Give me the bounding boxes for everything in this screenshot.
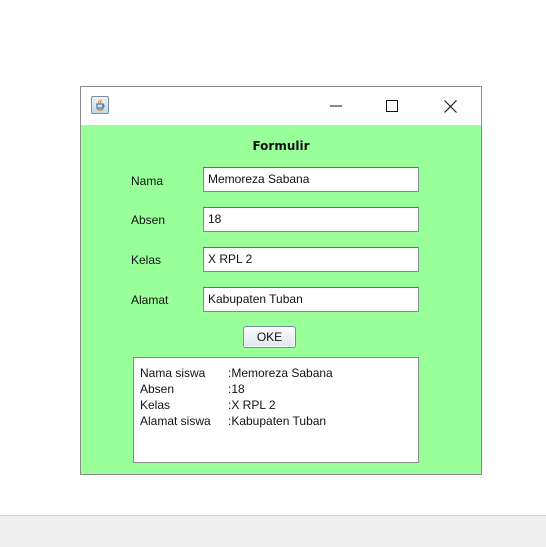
kelas-label: Kelas: [131, 253, 162, 267]
absen-label: Absen: [131, 213, 166, 227]
kelas-input[interactable]: X RPL 2: [203, 247, 419, 272]
output-key: Alamat siswa: [140, 414, 211, 428]
absen-input[interactable]: 18: [203, 207, 419, 232]
oke-button[interactable]: OKE: [243, 326, 296, 348]
output-value: :X RPL 2: [228, 398, 276, 412]
output-row: Alamat siswa :Kabupaten Tuban: [140, 413, 412, 429]
minimize-icon: [330, 105, 342, 107]
nama-input[interactable]: Memoreza Sabana: [203, 167, 419, 192]
minimize-button[interactable]: [313, 87, 359, 125]
output-row: Kelas :X RPL 2: [140, 397, 412, 413]
close-icon: [444, 100, 457, 113]
output-key: Kelas: [140, 398, 171, 412]
java-icon[interactable]: [91, 96, 109, 114]
title-bar[interactable]: [81, 87, 481, 125]
nama-label: Nama: [131, 174, 164, 188]
form-title: Formulir: [252, 139, 310, 153]
output-value: :Kabupaten Tuban: [228, 414, 327, 428]
output-text-area[interactable]: Nama siswa :Memoreza Sabana Absen :18 Kela…: [133, 357, 419, 463]
maximize-icon: [386, 100, 398, 112]
formulir-window: Formulir Nama Memoreza Sabana Absen 18 K…: [80, 86, 482, 475]
output-key: Nama siswa: [140, 366, 206, 380]
output-value: :18: [228, 382, 245, 396]
output-key: Absen: [140, 382, 175, 396]
output-value: :Memoreza Sabana: [228, 366, 333, 380]
output-row: Nama siswa :Memoreza Sabana: [140, 365, 412, 381]
alamat-label: Alamat: [131, 293, 169, 307]
background-taskbar-strip: [0, 515, 546, 547]
close-button[interactable]: [427, 87, 473, 125]
output-row: Absen :18: [140, 381, 412, 397]
alamat-input[interactable]: Kabupaten Tuban: [203, 287, 419, 312]
maximize-button[interactable]: [369, 87, 415, 125]
